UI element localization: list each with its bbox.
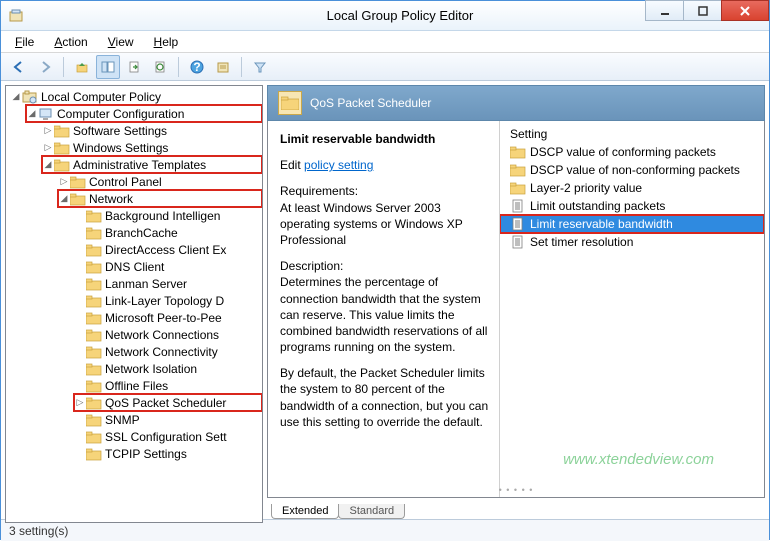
selected-setting-title: Limit reservable bandwidth [280, 131, 491, 147]
description-pane: Limit reservable bandwidth Edit policy s… [268, 121, 500, 497]
requirements-label: Requirements: [280, 184, 358, 198]
folder-icon [510, 181, 526, 195]
settings-item[interactable]: DSCP value of non-conforming packets [500, 161, 764, 179]
tree-item-network[interactable]: ◢Network [58, 190, 262, 207]
maximize-button[interactable] [683, 0, 722, 21]
settings-column-header[interactable]: Setting [500, 121, 764, 143]
status-text: 3 setting(s) [9, 524, 68, 538]
tree-item-administrative-templates[interactable]: ◢Administrative Templates [42, 156, 262, 173]
requirements-text: At least Windows Server 2003 operating s… [280, 201, 463, 247]
tree-item[interactable]: TCPIP Settings [74, 445, 262, 462]
tree-item-computer-configuration[interactable]: ◢Computer Configuration [26, 105, 262, 122]
tree-expander[interactable]: ▷ [42, 125, 54, 136]
policy-icon [510, 235, 526, 249]
separator [241, 57, 242, 77]
tree-item-root[interactable]: ◢Local Computer Policy [10, 88, 262, 105]
policy-icon [510, 217, 526, 231]
tree-expander[interactable]: ◢ [26, 108, 38, 119]
tree-item[interactable]: Network Connections [74, 326, 262, 343]
menu-help[interactable]: Help [146, 33, 187, 51]
settings-item-label: DSCP value of non-conforming packets [530, 163, 740, 177]
tree-item[interactable]: Microsoft Peer-to-Pee [74, 309, 262, 326]
show-tree-button[interactable] [96, 55, 120, 79]
settings-item[interactable]: Limit reservable bandwidth [500, 215, 764, 233]
help-button[interactable]: ? [185, 55, 209, 79]
forward-button[interactable] [33, 55, 57, 79]
tree-item[interactable]: DNS Client [74, 258, 262, 275]
tree-expander[interactable]: ▷ [58, 176, 70, 187]
tree-item[interactable]: SSL Configuration Sett [74, 428, 262, 445]
tree-item[interactable]: Network Isolation [74, 360, 262, 377]
tree-item[interactable]: Lanman Server [74, 275, 262, 292]
description-text-2: By default, the Packet Scheduler limits … [280, 365, 491, 430]
settings-item-label: DSCP value of conforming packets [530, 145, 716, 159]
tree-item-software-settings[interactable]: ▷Software Settings [42, 122, 262, 139]
folder-icon [510, 145, 526, 159]
folder-icon [278, 91, 302, 115]
separator [63, 57, 64, 77]
settings-item[interactable]: DSCP value of conforming packets [500, 143, 764, 161]
tree-expander[interactable]: ▷ [74, 397, 86, 408]
view-tabs: Extended Standard [267, 497, 765, 519]
tab-extended[interactable]: Extended [271, 504, 339, 519]
tree-expander[interactable]: ▷ [42, 142, 54, 153]
edit-label: Edit [280, 158, 304, 172]
tree-item[interactable]: Network Connectivity [74, 343, 262, 360]
tree-expander[interactable]: ◢ [10, 91, 22, 102]
tree-item[interactable]: DirectAccess Client Ex [74, 241, 262, 258]
app-icon [1, 8, 31, 24]
settings-item-label: Limit outstanding packets [530, 199, 665, 213]
tree-item[interactable]: ▷QoS Packet Scheduler [74, 394, 262, 411]
separator [178, 57, 179, 77]
tree-item-windows-settings[interactable]: ▷Windows Settings [42, 139, 262, 156]
back-button[interactable] [7, 55, 31, 79]
content-header: QoS Packet Scheduler [267, 85, 765, 121]
description-label: Description: [280, 259, 343, 273]
refresh-button[interactable] [148, 55, 172, 79]
tab-standard[interactable]: Standard [338, 504, 405, 519]
tree-item[interactable]: Link-Layer Topology D [74, 292, 262, 309]
settings-pane[interactable]: Setting DSCP value of conforming packets… [500, 121, 764, 497]
content-title: QoS Packet Scheduler [310, 96, 431, 110]
menu-bar: File Action View Help [1, 31, 769, 53]
tree-item[interactable]: BranchCache [74, 224, 262, 241]
up-button[interactable] [70, 55, 94, 79]
tree-pane[interactable]: ◢Local Computer Policy◢Computer Configur… [5, 85, 263, 523]
menu-view[interactable]: View [100, 33, 142, 51]
policy-icon [510, 199, 526, 213]
tree-expander[interactable]: ◢ [42, 159, 54, 170]
toolbar: ? [1, 53, 769, 81]
settings-item-label: Layer-2 priority value [530, 181, 642, 195]
title-bar: Local Group Policy Editor [1, 1, 769, 31]
settings-item[interactable]: Layer-2 priority value [500, 179, 764, 197]
settings-item[interactable]: Limit outstanding packets [500, 197, 764, 215]
policy-setting-link[interactable]: policy setting [304, 158, 373, 172]
settings-item-label: Limit reservable bandwidth [530, 217, 673, 231]
tree-item[interactable]: Background Intelligen [74, 207, 262, 224]
svg-text:?: ? [193, 60, 200, 74]
folder-icon [510, 163, 526, 177]
splitter-handle[interactable]: • • • • • [499, 485, 534, 495]
settings-item-label: Set timer resolution [530, 235, 633, 249]
minimize-button[interactable] [645, 0, 684, 21]
close-button[interactable] [721, 0, 769, 21]
tree-item[interactable]: SNMP [74, 411, 262, 428]
settings-item[interactable]: Set timer resolution [500, 233, 764, 251]
tree-item[interactable]: Offline Files [74, 377, 262, 394]
tree-expander[interactable]: ◢ [58, 193, 70, 204]
tree-item-control-panel[interactable]: ▷Control Panel [58, 173, 262, 190]
details-pane: QoS Packet Scheduler Limit reservable ba… [267, 85, 765, 519]
properties-button[interactable] [211, 55, 235, 79]
menu-action[interactable]: Action [46, 33, 95, 51]
menu-file[interactable]: File [7, 33, 42, 51]
export-button[interactable] [122, 55, 146, 79]
description-text-1: Determines the percentage of connection … [280, 275, 487, 354]
filter-button[interactable] [248, 55, 272, 79]
